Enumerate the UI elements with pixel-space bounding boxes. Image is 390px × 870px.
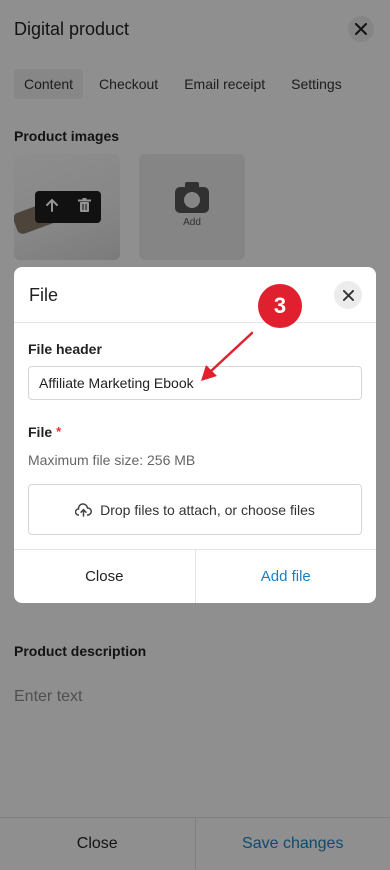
- file-label: File *: [28, 424, 61, 440]
- file-header-label: File header: [28, 341, 102, 357]
- file-modal: File File header File* Maximum file size…: [14, 267, 376, 603]
- dropzone-text: Drop files to attach, or choose files: [100, 501, 315, 518]
- max-file-size-hint: Maximum file size: 256 MB: [28, 452, 196, 468]
- modal-footer: Close Add file: [14, 549, 376, 603]
- file-header-input[interactable]: [28, 366, 362, 400]
- modal-close-footer-button[interactable]: Close: [14, 550, 196, 603]
- modal-title: File: [29, 285, 59, 305]
- add-file-button[interactable]: Add file: [196, 550, 377, 603]
- cloud-upload-icon: [75, 502, 93, 517]
- file-label-text: File: [28, 424, 53, 440]
- step-badge: 3: [258, 284, 302, 328]
- required-marker: *: [56, 424, 62, 439]
- modal-header: File: [14, 267, 376, 323]
- file-dropzone[interactable]: Drop files to attach, or choose files: [28, 484, 362, 535]
- close-icon: [342, 289, 354, 301]
- modal-close-button[interactable]: [334, 281, 362, 309]
